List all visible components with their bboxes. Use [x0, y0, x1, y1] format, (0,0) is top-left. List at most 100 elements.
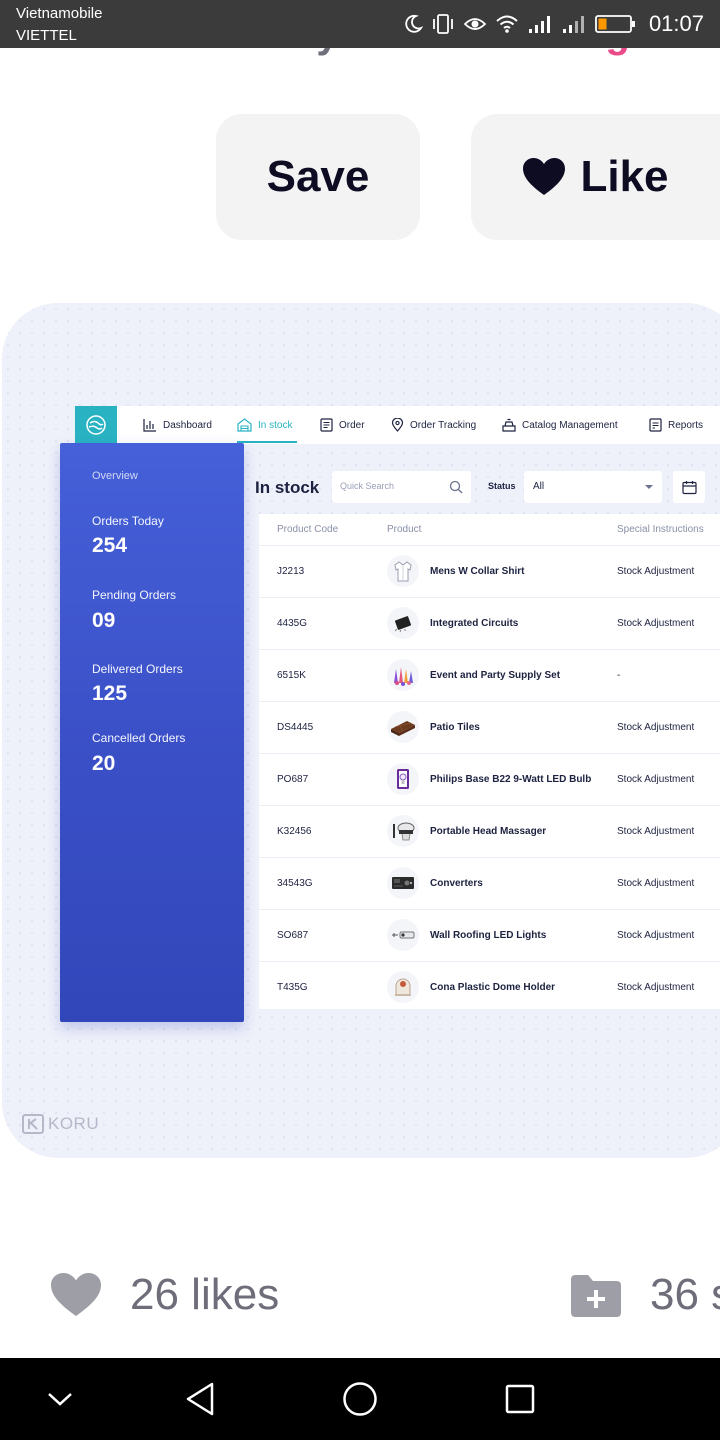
koru-logo-icon [22, 1114, 44, 1134]
nav-order-tracking-label: Order Tracking [410, 419, 477, 431]
shirt-thumbnail [387, 555, 419, 587]
stat-label: Delivered Orders [92, 662, 183, 676]
stat-label: Pending Orders [92, 588, 177, 602]
saves-count-text: 36 saves [650, 1270, 720, 1319]
heart-icon [51, 1273, 101, 1316]
special-instructions: Stock Adjustment [617, 774, 695, 785]
date-picker-button[interactable] [673, 471, 705, 503]
party-thumbnail [387, 659, 419, 691]
like-button[interactable]: Like [471, 114, 720, 240]
status-bar: Vietnamobile VIETTEL 01:07 [0, 0, 720, 48]
like-button-label: Like [580, 152, 669, 201]
stock-table: Product Code Product Special Instruction… [259, 514, 720, 1009]
home-button[interactable] [342, 1381, 378, 1417]
dome-holder-thumbnail [387, 971, 419, 1003]
likes-count-text: 26 likes [130, 1270, 280, 1319]
nav-in-stock[interactable]: In stock [237, 417, 292, 433]
search-icon [449, 480, 463, 494]
status-dropdown-value: All [533, 481, 545, 492]
battery-icon [595, 15, 635, 33]
page-title: In stock [255, 478, 320, 497]
location-pin-icon [391, 418, 404, 432]
table-row[interactable]: PO687 Philips Base B22 9-Watt LED Bulb S… [259, 753, 720, 805]
overview-title: Overview [92, 470, 138, 482]
koru-watermark: KORU [22, 1114, 99, 1134]
product-code: 4435G [277, 618, 308, 629]
logo-icon [86, 415, 106, 435]
nav-order-tracking[interactable]: Order Tracking [391, 417, 476, 433]
product-code: 34543G [277, 878, 313, 889]
chevron-down-icon [48, 1393, 72, 1406]
product-code: K32456 [277, 826, 312, 837]
product-name: Patio Tiles [430, 722, 480, 733]
nav-catalog-management[interactable]: Catalog Management [502, 417, 618, 433]
eye-icon [463, 18, 487, 30]
bulb-thumbnail [387, 763, 419, 795]
shot-image[interactable]: Dashboard In stock Order Order Tracking … [2, 303, 720, 1158]
status-filter-label: Status [488, 481, 516, 491]
stat-value: 09 [92, 609, 116, 632]
special-instructions: Stock Adjustment [617, 722, 695, 733]
product-code: T435G [277, 982, 308, 993]
table-row[interactable]: SO687 Wall Roofing LED Lights Stock Adju… [259, 909, 720, 961]
product-name: Wall Roofing LED Lights [430, 930, 547, 941]
table-row[interactable]: DS4445 Patio Tiles Stock Adjustment [259, 701, 720, 753]
special-instructions: - [617, 670, 621, 681]
product-name: Cona Plastic Dome Holder [430, 982, 556, 993]
stat-value: 20 [92, 752, 116, 775]
clock: 01:07 [648, 11, 704, 36]
stat-value: 125 [92, 682, 128, 705]
warehouse-icon [237, 418, 252, 432]
wifi-icon [496, 15, 518, 33]
led-light-thumbnail [387, 919, 419, 951]
bar-chart-icon [143, 419, 156, 432]
table-row[interactable]: K32456 Portable Head Massager Stock Adju… [259, 805, 720, 857]
nav-order-label: Order [339, 419, 365, 431]
product-code: J2213 [277, 566, 305, 577]
system-nav-bar [0, 1358, 720, 1440]
signal-icon [528, 16, 550, 33]
active-tab-indicator [237, 441, 297, 443]
hide-keyboard-button[interactable] [42, 1381, 78, 1417]
nav-order[interactable]: Order [320, 417, 365, 433]
nav-dashboard[interactable]: Dashboard [143, 417, 212, 433]
special-instructions: Stock Adjustment [617, 618, 695, 629]
home-circle-icon [343, 1382, 377, 1416]
koru-wordmark: KORU [48, 1114, 100, 1133]
chevron-down-icon [645, 485, 653, 489]
table-row[interactable]: 34543G Converters Stock Adjustment [259, 857, 720, 909]
app-logo [75, 406, 117, 444]
stat-label: Cancelled Orders [92, 731, 186, 745]
calendar-icon [681, 480, 697, 494]
search-input[interactable]: Quick Search [332, 471, 471, 503]
back-triangle-icon [186, 1382, 214, 1416]
nav-reports-label: Reports [668, 419, 704, 431]
nav-dashboard-label: Dashboard [163, 419, 212, 431]
app-top-nav: Dashboard In stock Order Order Tracking … [75, 406, 720, 444]
table-row[interactable]: J2213 Mens W Collar Shirt Stock Adjustme… [259, 545, 720, 597]
stat-label: Orders Today [92, 514, 164, 528]
column-header: Special Instructions [617, 524, 704, 535]
nav-catalog-management-label: Catalog Management [522, 419, 618, 431]
folder-add-icon [571, 1275, 621, 1317]
search-placeholder: Quick Search [340, 481, 395, 491]
table-row[interactable]: 4435G Integrated Circuits Stock Adjustme… [259, 597, 720, 649]
saves-count[interactable]: 36 saves [570, 1270, 720, 1320]
table-row[interactable]: T435G Cona Plastic Dome Holder Stock Adj… [259, 961, 720, 1013]
special-instructions: Stock Adjustment [617, 826, 695, 837]
status-dropdown[interactable]: All [524, 471, 662, 503]
save-button[interactable]: Save [216, 114, 420, 240]
likes-count[interactable]: 26 likes [50, 1270, 279, 1320]
product-name: Converters [430, 878, 483, 889]
product-name: Mens W Collar Shirt [430, 566, 525, 577]
table-row[interactable]: 6515K Event and Party Supply Set - [259, 649, 720, 701]
recents-button[interactable] [502, 1381, 538, 1417]
product-code: 6515K [277, 670, 306, 681]
nav-reports[interactable]: Reports [649, 417, 703, 433]
tray-icon [502, 418, 516, 432]
special-instructions: Stock Adjustment [617, 982, 695, 993]
signal-icon [562, 16, 584, 33]
back-button[interactable] [182, 1381, 218, 1417]
massager-thumbnail [387, 815, 419, 847]
column-header: Product Code [277, 524, 339, 535]
